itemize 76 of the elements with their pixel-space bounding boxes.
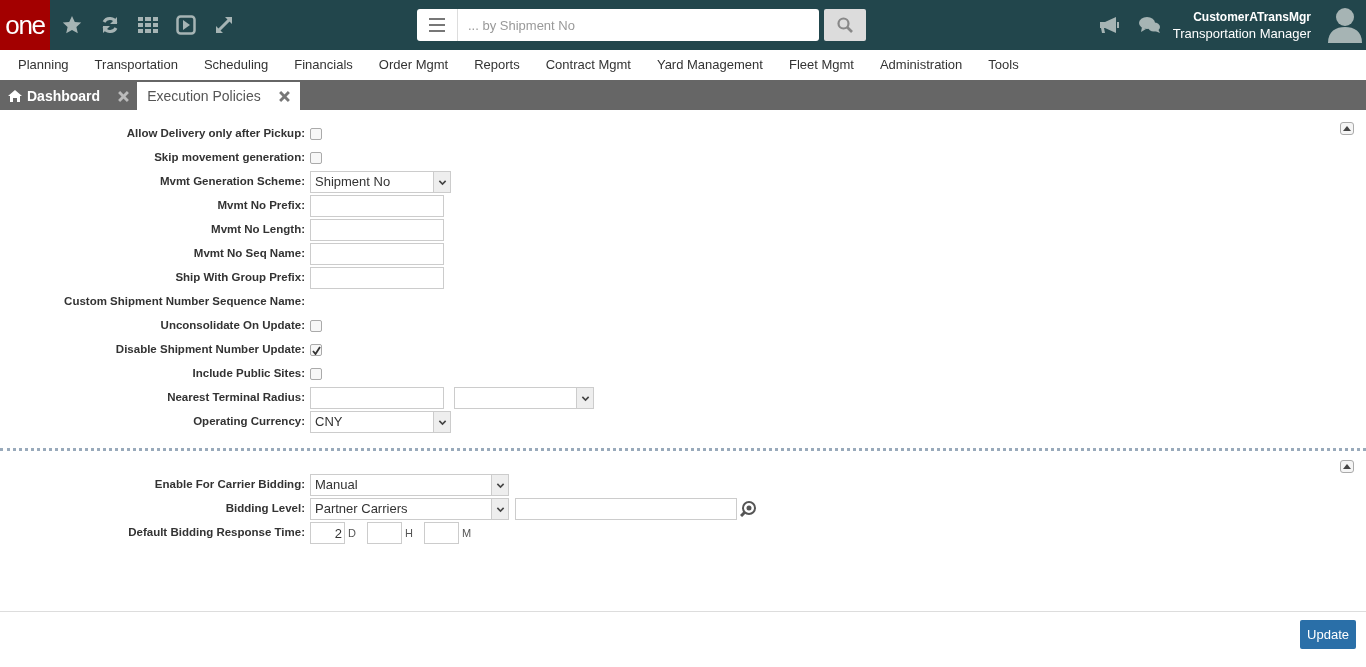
nav-menu-item[interactable]: Yard Management — [656, 55, 763, 75]
home-icon[interactable] — [8, 90, 22, 102]
logo: one — [0, 0, 50, 50]
nav-menu-item[interactable]: Transportation — [94, 55, 178, 75]
field-label: Unconsolidate On Update: — [159, 318, 306, 334]
input-field[interactable] — [310, 219, 444, 241]
field-label: Mvmt No Length: — [210, 222, 306, 238]
input-field[interactable]: 2 — [310, 522, 345, 544]
field-label: Nearest Terminal Radius: — [166, 390, 306, 406]
checkbox[interactable] — [310, 152, 322, 164]
field-label: Enable For Carrier Bidding: — [153, 477, 306, 493]
field-label: Default Bidding Response Time: — [127, 525, 306, 541]
user-role: Transportation Manager — [1172, 24, 1311, 42]
unit-label: D — [348, 525, 356, 541]
user-name: CustomerATransMgr — [1193, 8, 1311, 25]
input-field[interactable] — [366, 522, 402, 544]
unit-label: M — [461, 525, 472, 541]
field-label: Include Public Sites: — [191, 366, 306, 382]
search-icon[interactable] — [837, 17, 853, 33]
grid-icon[interactable] — [138, 15, 158, 35]
caret-up-icon[interactable] — [1343, 126, 1351, 131]
input-field[interactable] — [310, 267, 444, 289]
select-field[interactable]: Manual — [310, 474, 509, 496]
nav-menu-item[interactable]: Fleet Mgmt — [788, 55, 854, 75]
play-icon[interactable] — [176, 15, 196, 35]
avatar-icon[interactable] — [1328, 7, 1362, 43]
menu-icon[interactable] — [429, 18, 445, 32]
update-button[interactable]: Update — [1300, 620, 1356, 649]
field-label: Ship With Group Prefix: — [174, 270, 306, 286]
field-label: Mvmt Generation Scheme: — [158, 174, 306, 190]
nav-menu-item[interactable]: Administration — [879, 55, 963, 75]
refresh-icon[interactable] — [100, 15, 120, 35]
caret-up-icon[interactable] — [1343, 464, 1351, 469]
close-icon[interactable] — [118, 90, 130, 102]
nav-menu-item[interactable]: Reports — [474, 55, 520, 75]
field-label: Skip movement generation: — [153, 150, 306, 166]
collapse-button[interactable] — [1340, 122, 1354, 135]
close-icon[interactable] — [278, 90, 290, 102]
input-field[interactable] — [310, 195, 444, 217]
field-label: Custom Shipment Number Sequence Name: — [63, 294, 306, 310]
field-label: Operating Currency: — [192, 414, 306, 430]
select-field[interactable] — [454, 387, 594, 409]
input-field[interactable] — [423, 522, 459, 544]
select-field[interactable]: CNY — [310, 411, 451, 433]
nav-menu-item[interactable]: Scheduling — [203, 55, 269, 75]
search-field[interactable]: ... by Shipment No — [458, 9, 819, 41]
unit-label: H — [404, 525, 413, 541]
field-label: Mvmt No Prefix: — [216, 198, 306, 214]
select-field[interactable]: Shipment No — [310, 171, 451, 193]
input-field[interactable] — [515, 498, 737, 520]
input-field[interactable] — [310, 243, 444, 265]
nav-menu-item[interactable]: Order Mgmt — [378, 55, 449, 75]
star-icon[interactable] — [62, 15, 82, 35]
nav-menu-item[interactable]: Tools — [988, 55, 1019, 75]
nav-menu-item[interactable]: Financials — [294, 55, 353, 75]
chat-icon[interactable] — [1138, 16, 1161, 34]
megaphone-icon[interactable] — [1098, 16, 1121, 34]
lookup-icon[interactable] — [740, 501, 756, 517]
field-label: Allow Delivery only after Pickup: — [125, 126, 306, 142]
select-field[interactable]: Partner Carriers — [310, 498, 509, 520]
tab[interactable]: Execution Policies — [137, 82, 300, 110]
search-button[interactable] — [824, 9, 866, 41]
field-label: Bidding Level: — [224, 501, 306, 517]
tab[interactable]: Dashboard — [0, 82, 138, 110]
checkbox[interactable] — [310, 344, 322, 356]
collapse-button[interactable] — [1340, 460, 1354, 473]
input-field[interactable] — [310, 387, 444, 409]
checkbox[interactable] — [310, 368, 322, 380]
expand-icon[interactable] — [214, 15, 234, 35]
nav-menu-item[interactable]: Planning — [18, 55, 69, 75]
field-label: Disable Shipment Number Update: — [114, 342, 306, 358]
checkbox[interactable] — [310, 320, 322, 332]
nav-menu-item[interactable]: Contract Mgmt — [545, 55, 631, 75]
checkbox[interactable] — [310, 128, 322, 140]
menu-button[interactable] — [417, 9, 458, 41]
field-label: Mvmt No Seq Name: — [192, 246, 306, 262]
